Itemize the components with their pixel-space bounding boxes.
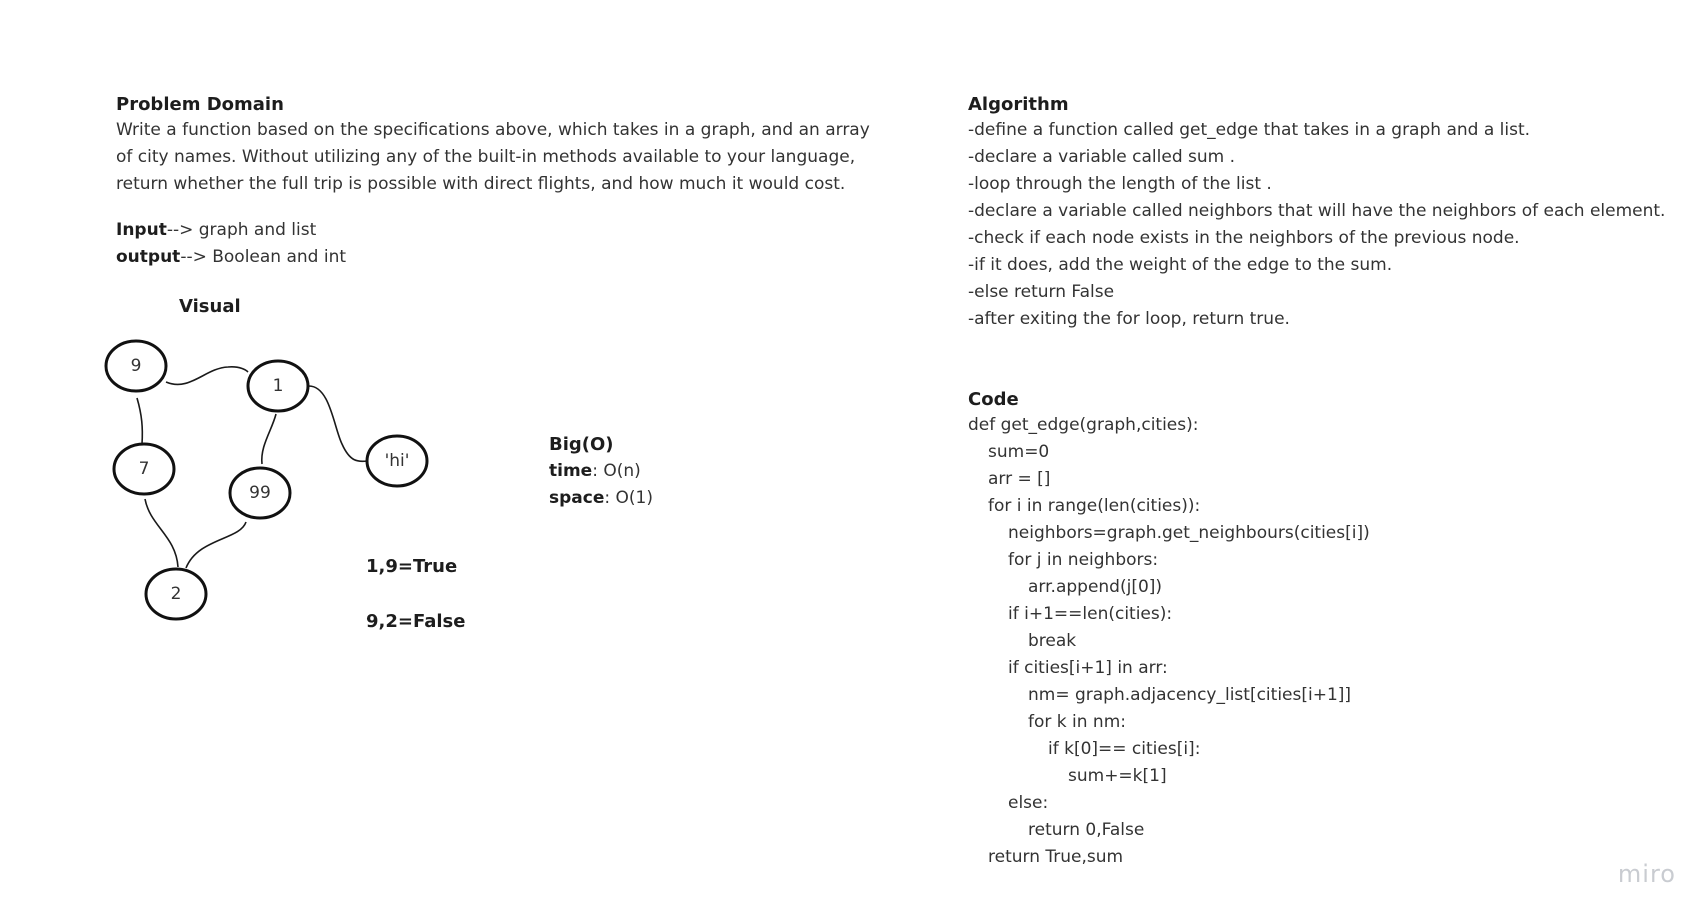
input-label: Input <box>116 220 167 240</box>
algorithm-step: -check if each node exists in the neighb… <box>968 228 1520 248</box>
algorithm-step: -if it does, add the weight of the edge … <box>968 255 1393 275</box>
code-line: return 0,False <box>1028 820 1145 840</box>
examples-section: 1,9=True 9,2=False <box>366 556 465 632</box>
node-1-label: 1 <box>273 376 284 396</box>
output-line: output--> Boolean and int <box>116 244 346 271</box>
big-o-title: Big(O) <box>549 434 614 455</box>
node-hi-label: 'hi' <box>385 451 410 471</box>
code-line: if i+1==len(cities): <box>1008 604 1173 624</box>
problem-domain-section: Problem Domain Write a function based on… <box>116 94 936 198</box>
code-line: sum+=k[1] <box>1068 766 1167 786</box>
example-true: 1,9=True <box>366 556 458 577</box>
code-line: neighbors=graph.get_neighbours(cities[i]… <box>1008 523 1370 543</box>
edge-9-1 <box>165 366 249 386</box>
algorithm-steps: -define a function called get_edge that … <box>968 117 1665 333</box>
code-line: for k in nm: <box>1028 712 1126 732</box>
output-label: output <box>116 247 181 267</box>
code-lines: def get_edge(graph,cities): sum=0 arr = … <box>968 412 1370 871</box>
code-line: sum=0 <box>988 442 1050 462</box>
space-value: : O(1) <box>604 488 653 508</box>
code-line: return True,sum <box>988 847 1124 867</box>
problem-description-line: return whether the full trip is possible… <box>116 174 846 194</box>
algorithm-step: -declare a variable called neighbors tha… <box>968 201 1666 221</box>
code-line: nm= graph.adjacency_list[cities[i+1]] <box>1028 685 1352 705</box>
input-text: --> graph and list <box>166 220 317 240</box>
algorithm-step: -else return False <box>968 282 1115 302</box>
code-line: for i in range(len(cities)): <box>988 496 1201 516</box>
algorithm-step: -declare a variable called sum . <box>968 147 1236 167</box>
algorithm-step: -define a function called get_edge that … <box>968 120 1531 140</box>
time-complexity: time: O(n) <box>549 458 653 485</box>
input-output-section: Input--> graph and list output--> Boolea… <box>116 217 346 271</box>
node-7-label: 7 <box>139 459 150 479</box>
edge-7-2 <box>144 498 179 568</box>
visual-title: Visual <box>179 296 241 317</box>
code-line: def get_edge(graph,cities): <box>968 415 1199 435</box>
example-false: 9,2=False <box>366 611 466 632</box>
code-line: break <box>1028 631 1077 651</box>
problem-description-line: of city names. Without utilizing any of … <box>116 147 856 167</box>
node-9-label: 9 <box>131 356 142 376</box>
space-complexity: space: O(1) <box>549 485 653 512</box>
problem-domain-title: Problem Domain <box>116 94 284 115</box>
time-label: time <box>549 461 593 481</box>
edge-99-2 <box>185 521 247 569</box>
code-line: arr = [] <box>988 469 1051 489</box>
input-line: Input--> graph and list <box>116 217 346 244</box>
space-label: space <box>549 488 605 508</box>
algorithm-step: -after exiting the for loop, return true… <box>968 309 1290 329</box>
code-line: if k[0]== cities[i]: <box>1048 739 1201 759</box>
edge-9-7 <box>136 397 144 445</box>
big-o-section: Big(O) time: O(n) space: O(1) <box>549 431 653 512</box>
problem-description-line: Write a function based on the specificat… <box>116 120 870 140</box>
algorithm-section: Algorithm -define a function called get_… <box>968 94 1665 333</box>
node-2-label: 2 <box>171 584 182 604</box>
edge-1-99 <box>261 413 277 465</box>
code-line: else: <box>1008 793 1049 813</box>
algorithm-step: -loop through the length of the list . <box>968 174 1272 194</box>
code-line: if cities[i+1] in arr: <box>1008 658 1168 678</box>
edge-1-hi <box>308 385 368 463</box>
time-value: : O(n) <box>592 461 641 481</box>
code-section: Code def get_edge(graph,cities): sum=0 a… <box>968 389 1370 871</box>
code-line: for j in neighbors: <box>1008 550 1159 570</box>
code-title: Code <box>968 389 1019 410</box>
algorithm-title: Algorithm <box>968 94 1069 115</box>
miro-watermark: miro <box>1617 860 1676 888</box>
node-99-label: 99 <box>249 483 271 503</box>
problem-description: Write a function based on the specificat… <box>116 117 936 198</box>
code-line: arr.append(j[0]) <box>1028 577 1163 597</box>
output-text: --> Boolean and int <box>180 247 347 267</box>
